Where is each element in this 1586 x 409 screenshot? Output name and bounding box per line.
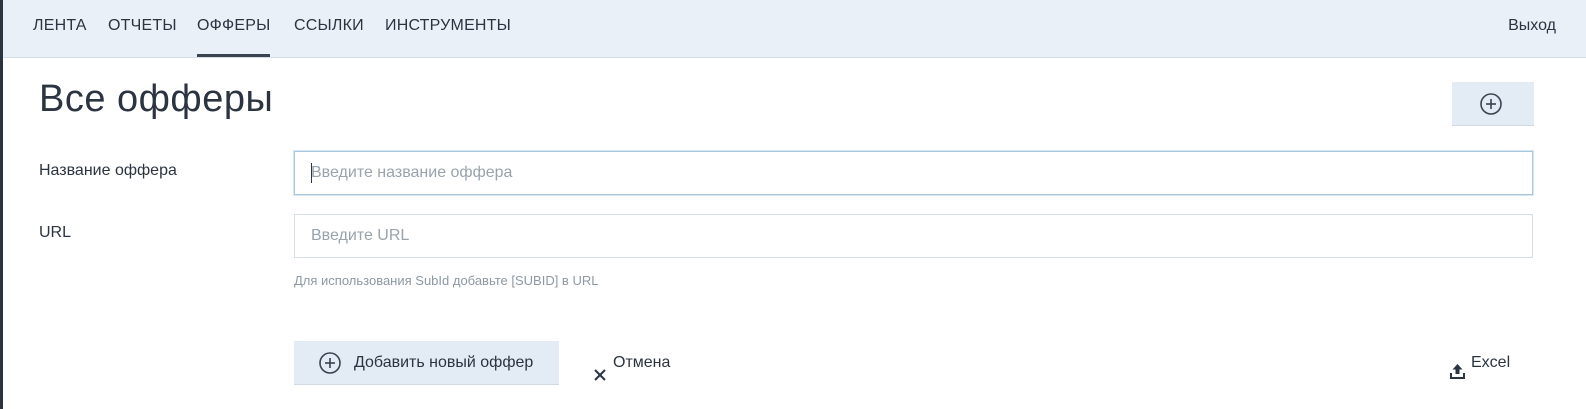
plus-circle-icon: [319, 352, 341, 379]
top-navigation: ЛЕНТА ОТЧЕТЫ ОФФЕРЫ ССЫЛКИ ИНСТРУМЕНТЫ В…: [3, 0, 1586, 58]
excel-export-button[interactable]: Excel: [1449, 341, 1510, 385]
cancel-button[interactable]: Отмена: [593, 341, 670, 385]
add-offer-top-button[interactable]: [1452, 82, 1534, 126]
url-label: URL: [39, 224, 72, 241]
excel-label: Excel: [1471, 354, 1511, 371]
page-title: Все офферы: [39, 78, 274, 120]
plus-circle-icon: [1480, 93, 1502, 118]
close-icon: [593, 356, 607, 400]
offer-name-input[interactable]: [294, 151, 1533, 195]
add-new-offer-button[interactable]: Добавить новый оффер: [294, 341, 559, 385]
add-new-offer-label: Добавить новый оффер: [354, 353, 534, 371]
nav-item-offers[interactable]: ОФФЕРЫ: [197, 0, 271, 57]
app-frame: ЛЕНТА ОТЧЕТЫ ОФФЕРЫ ССЫЛКИ ИНСТРУМЕНТЫ В…: [0, 0, 1586, 409]
logout-link[interactable]: Выход: [1508, 0, 1556, 57]
nav-item-reports[interactable]: ОТЧЕТЫ: [108, 0, 177, 57]
nav-item-tools[interactable]: ИНСТРУМЕНТЫ: [385, 0, 511, 57]
nav-item-feed[interactable]: ЛЕНТА: [33, 0, 87, 57]
url-input[interactable]: [294, 214, 1533, 258]
offer-name-label: Название оффера: [39, 162, 177, 179]
url-hint: Для использования SubId добавьте [SUBID]…: [294, 273, 599, 288]
text-caret: [311, 163, 312, 183]
upload-icon: [1449, 354, 1466, 398]
nav-item-links[interactable]: ССЫЛКИ: [294, 0, 364, 57]
cancel-label: Отмена: [613, 354, 671, 371]
